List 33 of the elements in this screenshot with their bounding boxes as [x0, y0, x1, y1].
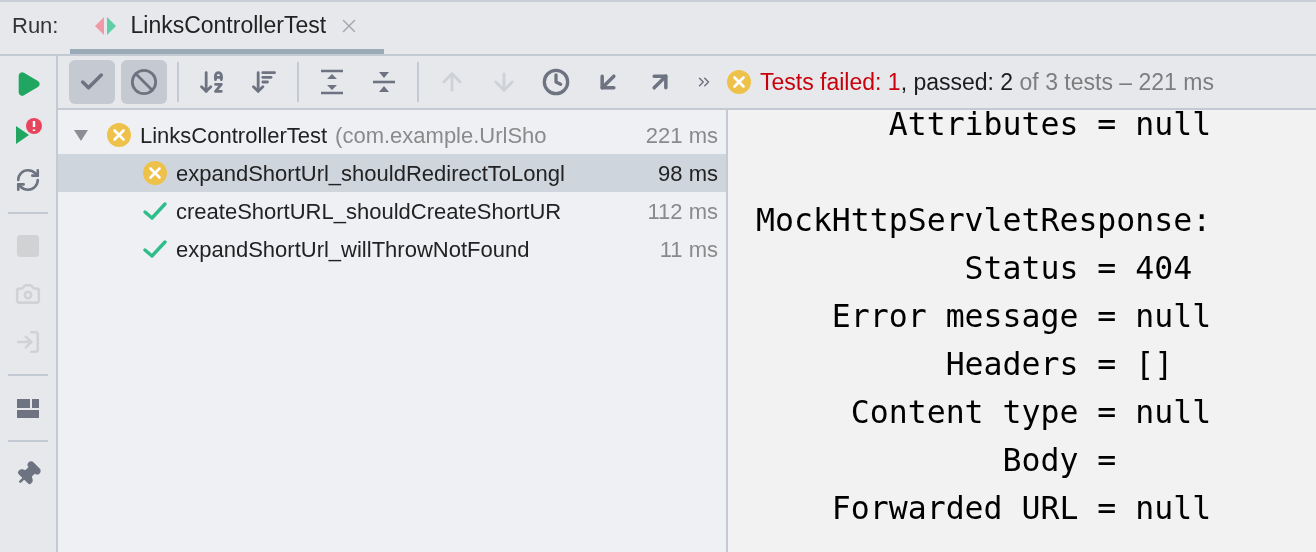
tab-title: LinksControllerTest — [130, 11, 327, 41]
test-row[interactable]: createShortURL_shouldCreateShortUR 112 ms — [58, 192, 726, 230]
refresh-icon[interactable] — [15, 167, 41, 193]
tree-row[interactable]: LinksControllerTest (com.example.UrlSho 221 ms — [58, 116, 726, 154]
console-line: Body = — [1001, 441, 1118, 480]
duration: 221 ms — [645, 121, 718, 150]
test-name: expandShortUrl_willThrowNotFound — [176, 235, 530, 264]
test-row[interactable]: expandShortUrl_shouldRedirectToLongl 98 ms — [58, 154, 726, 192]
test-row[interactable]: expandShortUrl_willThrowNotFound 11 ms — [58, 230, 726, 268]
check-icon[interactable] — [69, 60, 115, 104]
test-summary: Tests failed: 1, passed: 2 of 3 tests – 221 ms — [760, 67, 1214, 97]
suite-name: LinksControllerTest — [140, 121, 328, 150]
console-line: MockHttpServletResponse: — [756, 201, 1213, 240]
console-line: Content type = null — [849, 393, 1213, 432]
duration: 112 ms — [647, 197, 718, 226]
console-line: Headers = [] — [944, 345, 1175, 384]
suite-package: (com.example.UrlSho — [335, 121, 547, 150]
console-line: Forwarded URL = null — [830, 489, 1213, 528]
test-name: createShortURL_shouldCreateShortUR — [176, 197, 562, 226]
console-line: Error message = null — [830, 297, 1213, 336]
failed-icon — [142, 160, 168, 186]
console-line: Attributes = null — [887, 110, 1213, 144]
failed-icon — [726, 69, 752, 95]
test-run-icon — [94, 15, 119, 36]
run-label: Run: — [12, 12, 59, 40]
console-line: Status = 404 — [963, 249, 1194, 288]
ban-icon[interactable] — [121, 60, 167, 104]
failed-icon — [106, 122, 132, 148]
tab[interactable]: LinksControllerTest — [70, 2, 385, 54]
rerun-failed-icon[interactable] — [13, 117, 43, 147]
test-name: expandShortUrl_shouldRedirectToLongl — [176, 159, 565, 188]
duration: 11 ms — [659, 235, 718, 264]
duration: 98 ms — [658, 159, 718, 188]
